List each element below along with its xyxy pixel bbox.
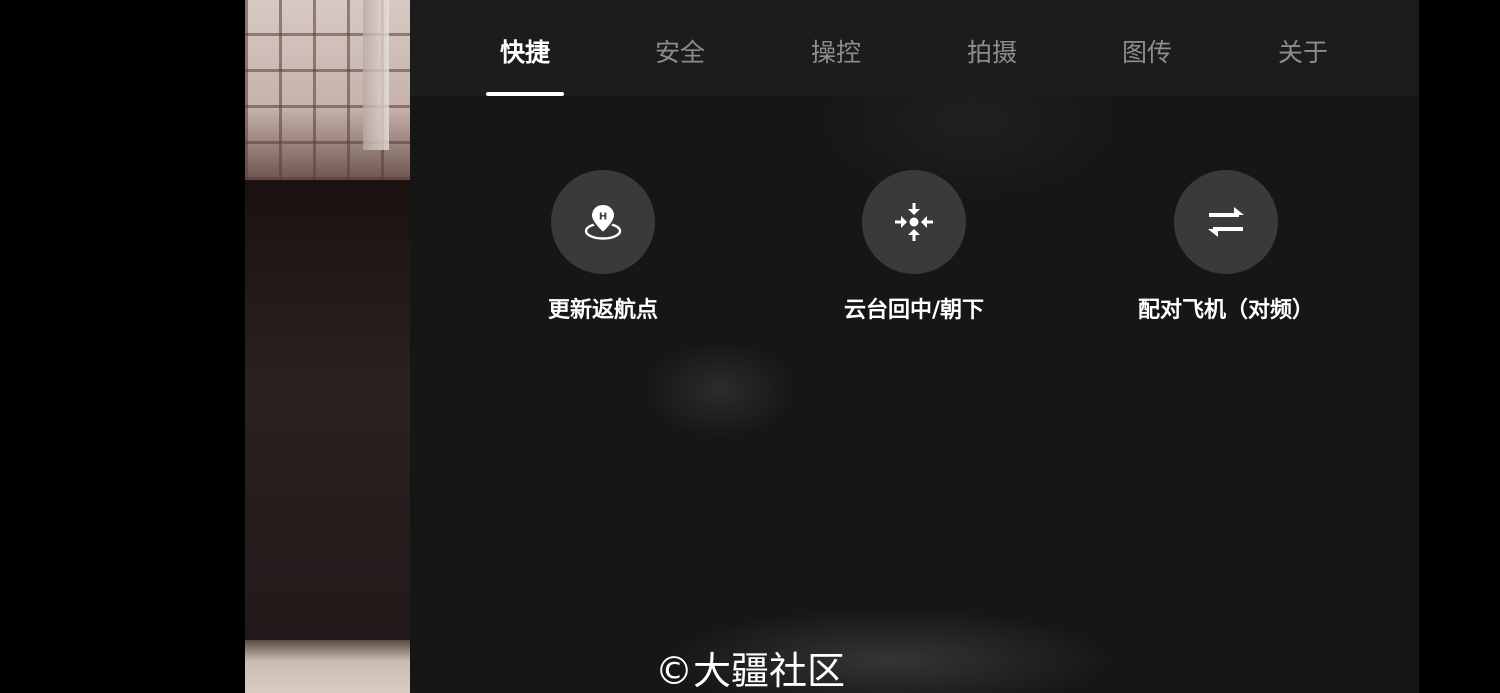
tab-control[interactable]: 操控 <box>758 0 914 96</box>
pair-aircraft-circle[interactable] <box>1174 170 1278 274</box>
pair-arrows-icon <box>1208 207 1244 237</box>
tab-shortcuts[interactable]: 快捷 <box>447 0 603 96</box>
gimbal-recenter-circle[interactable] <box>862 170 966 274</box>
app-screen: 快捷 安全 操控 拍摄 图传 关于 H 更新返航点 云台回中/朝下 配对飞机（对… <box>0 0 1500 693</box>
tab-about[interactable]: 关于 <box>1225 0 1381 96</box>
gimbal-recenter-button[interactable]: 云台回中/朝下 <box>784 170 1044 324</box>
gimbal-recenter-icon <box>895 203 933 241</box>
camera-feed-view[interactable] <box>245 0 410 693</box>
camera-feed-floor <box>245 640 410 693</box>
update-home-point-circle[interactable]: H <box>551 170 655 274</box>
watermark-text: ©大疆社区 <box>655 649 846 693</box>
camera-feed-dark-area <box>245 180 410 640</box>
camera-feed-object <box>363 0 389 150</box>
pair-aircraft-button[interactable]: 配对飞机（对频） <box>1096 170 1356 324</box>
tab-camera[interactable]: 拍摄 <box>914 0 1070 96</box>
active-tab-indicator <box>486 92 564 96</box>
pair-aircraft-label: 配对飞机（对频） <box>1137 298 1314 323</box>
update-home-point-label: 更新返航点 <box>547 298 658 323</box>
settings-panel: 快捷 安全 操控 拍摄 图传 关于 H 更新返航点 云台回中/朝下 配对飞机（对… <box>410 0 1419 693</box>
tab-transmission[interactable]: 图传 <box>1069 0 1225 96</box>
svg-text:H: H <box>599 212 607 223</box>
update-home-point-button[interactable]: H 更新返航点 <box>473 170 733 324</box>
settings-tab-bar: 快捷 安全 操控 拍摄 图传 关于 <box>410 0 1419 96</box>
home-point-icon: H <box>584 202 622 240</box>
gimbal-recenter-label: 云台回中/朝下 <box>843 298 985 323</box>
tab-safety[interactable]: 安全 <box>602 0 758 96</box>
screen-right-edge <box>1419 0 1500 693</box>
